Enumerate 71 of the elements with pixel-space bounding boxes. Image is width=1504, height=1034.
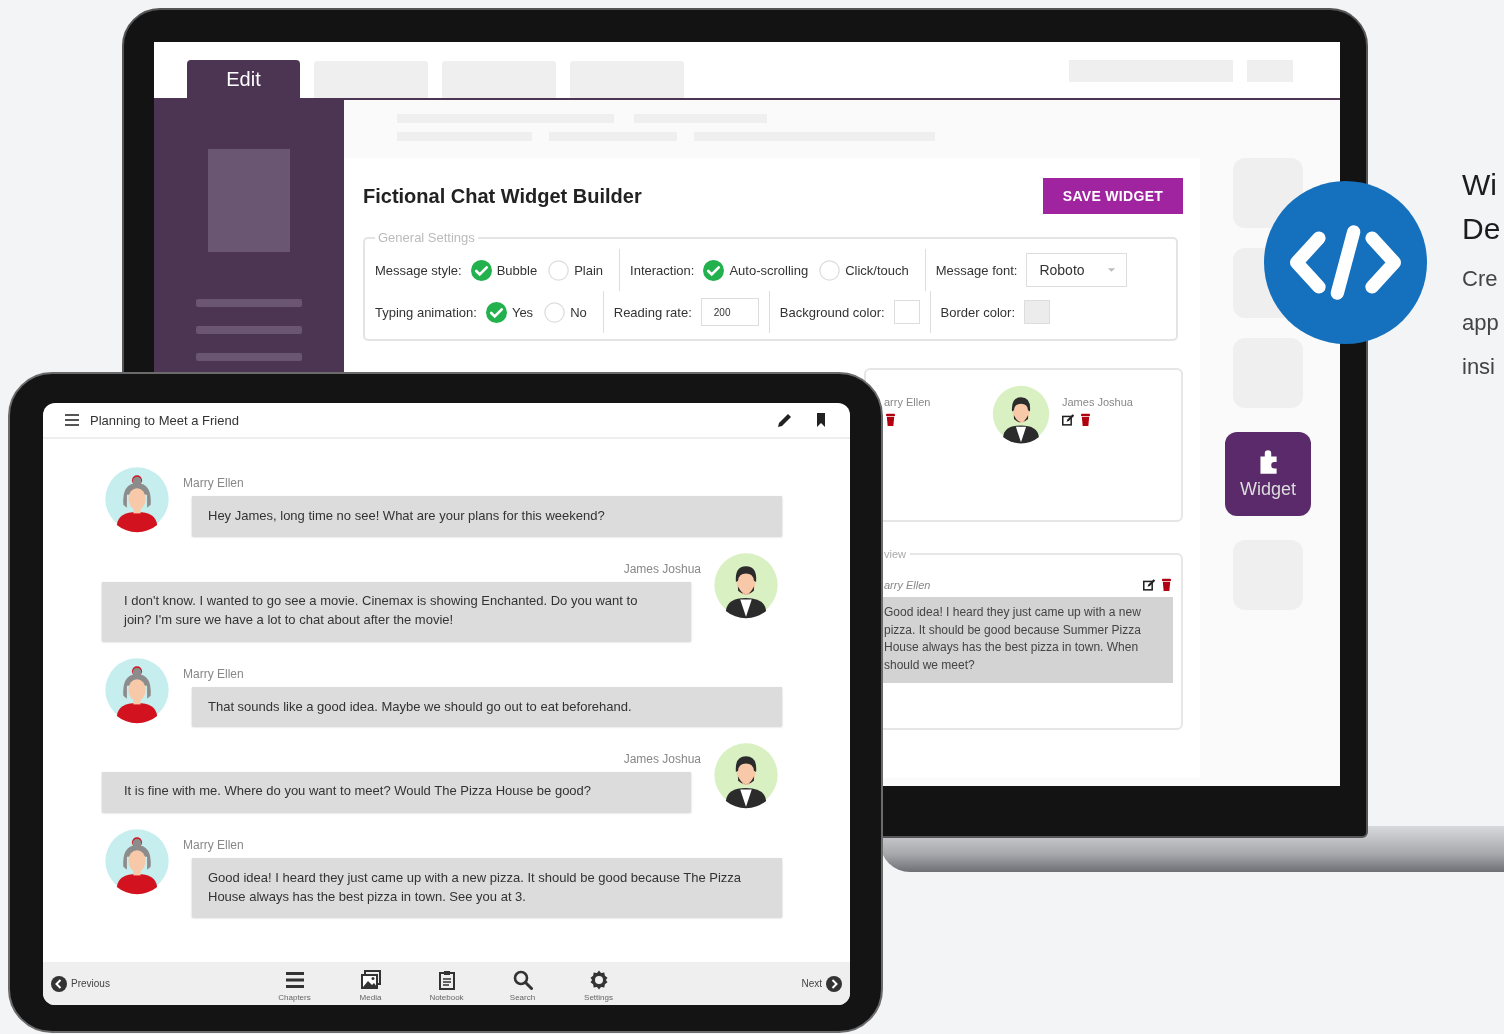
speaker-name: Marry Ellen <box>183 666 245 681</box>
description-text: insi <box>1462 353 1496 381</box>
previous-button[interactable]: Previous <box>51 975 110 992</box>
image-icon <box>360 969 381 990</box>
setting-label: Reading rate: <box>613 304 692 320</box>
color-swatch[interactable] <box>893 300 920 324</box>
save-button[interactable]: SAVE WIDGET <box>1043 178 1183 214</box>
nav-item[interactable]: Settings <box>560 965 637 1002</box>
radio-option[interactable]: Auto-scrolling <box>703 259 809 281</box>
widget-button[interactable]: Widget <box>1225 432 1311 516</box>
speaker-name: Marry Ellen <box>183 837 245 852</box>
bookmark-icon[interactable] <box>816 413 826 427</box>
font-dropdown[interactable]: Roboto <box>1026 253 1127 287</box>
description-text: app <box>1462 309 1500 337</box>
speaker-name: Marry Ellen <box>183 476 245 490</box>
list-icon <box>284 969 305 990</box>
trash-icon[interactable] <box>1160 578 1173 591</box>
checkmark-icon[interactable] <box>485 301 507 323</box>
chapter-title: Planning to Meet a Friend <box>90 412 240 428</box>
message-bubble: Good idea! I heard they just came up with a new pizza. It should be good because The Pizza House always has the best pizza in town. See you at 3. <box>192 857 782 917</box>
preview-legend: view <box>880 548 910 560</box>
edit-icon[interactable] <box>1143 578 1156 591</box>
setting-label: Message style: <box>375 262 462 278</box>
speaker-name: James Joshua <box>622 561 701 576</box>
message-bubble: I don't know. I wanted to go see a movie. Cinemax is showing Enchanted. Do you want to join? I'm sure we have a lot to chat about after the movie! <box>102 581 691 641</box>
radio-option[interactable]: Plain <box>548 259 604 281</box>
nav-item[interactable]: Search <box>484 965 561 1002</box>
input-field[interactable]: 200 <box>700 298 759 326</box>
tab[interactable]: Edit <box>187 60 300 98</box>
menu-icon[interactable] <box>65 414 79 426</box>
radio-circle[interactable] <box>548 259 570 281</box>
color-swatch[interactable] <box>1024 300 1050 324</box>
checkmark-icon[interactable] <box>470 259 492 281</box>
radio-option[interactable]: No <box>544 301 587 323</box>
pencil-icon[interactable] <box>777 412 793 428</box>
message-bubble: Hey James, long time no see! What are your plans for this weekend? <box>192 496 782 536</box>
radio-option[interactable]: Click/touch <box>819 259 909 281</box>
setting-label: Interaction: <box>630 262 695 278</box>
setting-label: Message font: <box>935 262 1018 278</box>
settings-legend: General Settings <box>375 230 478 245</box>
chevron-left-icon <box>51 975 67 992</box>
nav-item[interactable]: Media <box>332 965 409 1002</box>
caret-icon <box>1106 267 1116 273</box>
heading: Wi <box>1462 167 1498 203</box>
heading: De <box>1462 211 1501 247</box>
speaker-name: arry Ellen <box>884 396 931 408</box>
checkmark-icon[interactable] <box>703 259 725 281</box>
edit-icon[interactable] <box>1062 413 1075 426</box>
trash-icon[interactable] <box>884 413 897 426</box>
gear-icon <box>588 969 609 990</box>
radio-circle[interactable] <box>819 259 841 281</box>
setting-label: Border color: <box>940 304 1015 320</box>
radio-option[interactable]: Yes <box>485 301 534 323</box>
trash-icon[interactable] <box>1079 413 1092 426</box>
nav-item[interactable]: Chapters <box>256 965 333 1002</box>
speaker-name: James Joshua <box>622 752 701 766</box>
chevron-right-icon <box>826 975 842 992</box>
setting-label: Typing animation: <box>375 304 477 320</box>
builder-title: Fictional Chat Widget Builder <box>363 184 642 208</box>
message-bubble: That sounds like a good idea. Maybe we should go out to eat beforehand. <box>192 686 782 726</box>
radio-circle[interactable] <box>544 301 566 323</box>
setting-label: Background color: <box>779 304 885 320</box>
speaker-name: arry Ellen <box>884 578 931 591</box>
next-button[interactable]: Next <box>801 975 842 992</box>
search-icon <box>512 969 533 990</box>
description-text: Cre <box>1462 265 1499 293</box>
radio-option[interactable]: Bubble <box>470 259 538 281</box>
message-bubble: It is fine with me. Where do you want to meet? Would The Pizza House be good? <box>102 772 691 812</box>
nav-item[interactable]: Notebook <box>408 965 485 1002</box>
clipboard-icon <box>436 969 457 990</box>
speaker-name: James Joshua <box>1062 396 1133 408</box>
